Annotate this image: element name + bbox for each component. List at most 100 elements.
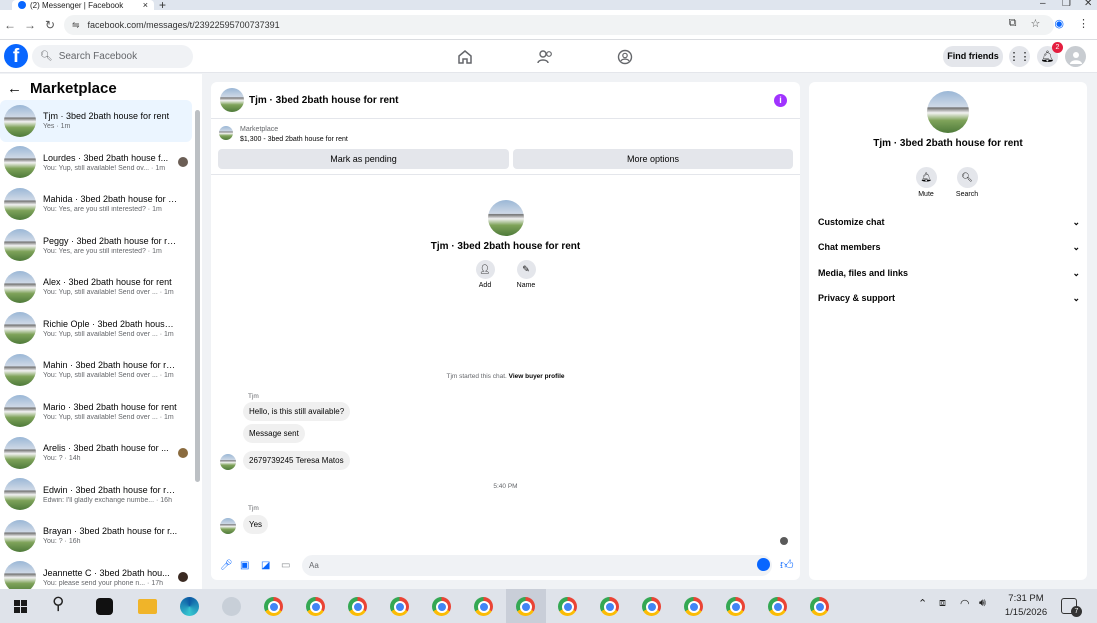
search-facebook-input[interactable]: 🔍︎ Search Facebook xyxy=(32,45,193,68)
message-bubble[interactable]: Yes xyxy=(243,515,269,534)
conversation-item[interactable]: Mahin · 3bed 2bath house for re... You: Y… xyxy=(0,349,192,391)
chrome-icon[interactable] xyxy=(264,597,283,616)
chat-members-section[interactable]: Chat members ⌄ xyxy=(818,242,1080,253)
name-button[interactable]: ✎ Name xyxy=(516,260,536,289)
install-app-icon[interactable]: ⧉ xyxy=(1009,17,1017,30)
chrome-profile-icon[interactable] xyxy=(390,597,409,616)
account-avatar[interactable] xyxy=(1065,46,1086,67)
listing-price[interactable]: $1,300 - 3bed 2bath house for rent xyxy=(240,136,348,143)
microphone-icon[interactable]: 🎤︎ xyxy=(220,560,233,571)
house-thumbnail xyxy=(4,353,36,386)
edge-icon[interactable] xyxy=(180,597,199,616)
facebook-logo-icon[interactable]: f xyxy=(4,44,28,68)
message-bubble[interactable]: 2679739245 Teresa Matos xyxy=(243,451,350,470)
search-taskbar-icon[interactable]: ⚲ xyxy=(52,594,64,614)
wifi-icon[interactable]: ◠ xyxy=(960,597,970,610)
conversation-item[interactable]: Brayan · 3bed 2bath house for r... You: ?… xyxy=(0,515,192,557)
browser-tab[interactable]: (2) Messenger | Facebook × xyxy=(12,0,154,10)
sidebar-scrollbar[interactable] xyxy=(195,110,200,482)
meet-icon[interactable]: ⧈ xyxy=(939,597,946,610)
forward-arrow-icon[interactable]: → xyxy=(20,18,40,32)
volume-icon[interactable]: 🔊︎ xyxy=(979,597,986,610)
message-bubble[interactable]: Hello, is this still available? xyxy=(243,402,351,421)
mute-button[interactable]: 🔔︎ Mute xyxy=(906,167,946,198)
chrome-profile-icon[interactable] xyxy=(684,597,703,616)
more-options-button[interactable]: More options xyxy=(513,149,793,169)
conversation-item[interactable]: Peggy · 3bed 2bath house for rent You: Ye… xyxy=(0,225,192,267)
chrome-profile-icon[interactable] xyxy=(348,597,367,616)
chrome-profile-icon[interactable] xyxy=(474,597,493,616)
conversation-title: Mahin · 3bed 2bath house for re... xyxy=(43,360,178,371)
bookmark-star-icon[interactable]: ☆ xyxy=(1031,17,1041,30)
chrome-profile-icon[interactable] xyxy=(726,597,745,616)
chrome-profile-icon[interactable] xyxy=(810,597,829,616)
conversation-item[interactable]: Alex · 3bed 2bath house for rent You: Yup… xyxy=(0,266,192,308)
conversation-preview: You: Yup, still available! Send over ...… xyxy=(43,289,174,297)
conversation-item[interactable]: Richie Ople · 3bed 2bath house ... You: Y… xyxy=(0,308,192,350)
chrome-profile-icon[interactable] xyxy=(768,597,787,616)
view-buyer-profile-link[interactable]: View buyer profile xyxy=(509,373,565,380)
conversation-item[interactable]: Mario · 3bed 2bath house for rent You: Yu… xyxy=(0,391,192,433)
chrome-profile-icon[interactable] xyxy=(306,597,325,616)
sticker-icon[interactable]: ◪ xyxy=(261,560,272,571)
conversation-title: Jeannette C · 3bed 2bath hou... xyxy=(43,567,170,578)
conversation-item[interactable]: Arelis · 3bed 2bath house for ... You: ? … xyxy=(0,432,192,474)
minimize-icon[interactable]: – xyxy=(1040,0,1046,9)
chat-avatar[interactable] xyxy=(220,88,244,112)
info-icon[interactable]: i xyxy=(774,94,787,107)
tab-close-icon[interactable]: × xyxy=(143,0,148,10)
windows-start-icon[interactable] xyxy=(14,600,27,613)
sender-avatar[interactable] xyxy=(220,454,236,470)
maximize-icon[interactable]: ❐ xyxy=(1062,0,1071,9)
profile-icon[interactable]: ◉ xyxy=(1054,17,1064,30)
photo-icon[interactable]: ▣ xyxy=(240,560,251,571)
chevron-up-icon[interactable]: ⌃ xyxy=(918,597,927,610)
media-files-section[interactable]: Media, files and links ⌄ xyxy=(818,268,1080,279)
conversation-item[interactable]: Tjm · 3bed 2bath house for rent Yes · 1m xyxy=(0,100,192,142)
back-arrow-icon[interactable]: ← xyxy=(0,18,20,32)
file-explorer-icon[interactable] xyxy=(138,599,157,614)
chrome-profile-icon[interactable] xyxy=(558,597,577,616)
home-icon[interactable] xyxy=(456,48,474,66)
message-input[interactable]: Aa xyxy=(302,555,772,576)
gif-icon[interactable]: ▭ xyxy=(281,560,292,571)
mark-pending-button[interactable]: Mark as pending xyxy=(218,149,509,169)
widgets-icon[interactable] xyxy=(96,598,113,615)
message-bubble[interactable]: Message sent xyxy=(243,424,305,443)
groups-icon[interactable] xyxy=(616,48,634,66)
chat-title[interactable]: Tjm · 3bed 2bath house for rent xyxy=(249,95,398,106)
search-placeholder: Search Facebook xyxy=(58,51,138,62)
listing-thumbnail[interactable] xyxy=(219,126,233,140)
reload-icon[interactable]: ↻ xyxy=(40,18,60,32)
house-thumbnail xyxy=(4,478,36,511)
sender-avatar[interactable] xyxy=(220,518,236,534)
customize-chat-section[interactable]: Customize chat ⌄ xyxy=(818,217,1080,228)
search-button[interactable]: 🔍︎ Search xyxy=(947,167,987,198)
menu-grid-icon[interactable]: ⋮⋮ xyxy=(1009,46,1031,67)
chrome-profile-icon[interactable] xyxy=(642,597,661,616)
conversation-item[interactable]: Edwin · 3bed 2bath house for rent Edwin: … xyxy=(0,474,192,516)
conversation-item[interactable]: Mahida · 3bed 2bath house for r... You: Y… xyxy=(0,183,192,225)
conversation-item[interactable]: Lourdes · 3bed 2bath house f... You: Yup,… xyxy=(0,142,192,184)
friends-icon[interactable] xyxy=(536,48,554,66)
facebook-top-nav: f 🔍︎ Search Facebook Find friends ⋮⋮ 🔔︎ xyxy=(0,40,1097,73)
app-icon[interactable] xyxy=(222,597,241,616)
site-settings-icon[interactable]: ⇋ xyxy=(72,20,80,31)
house-thumbnail xyxy=(4,187,36,220)
thumbs-up-icon[interactable]: 👍︎ xyxy=(780,557,794,573)
emoji-icon[interactable] xyxy=(757,558,770,571)
window-close-icon[interactable]: ✕ xyxy=(1084,0,1092,9)
add-person-icon: 👤︎ xyxy=(475,260,495,279)
add-button[interactable]: 👤︎ Add xyxy=(475,260,495,289)
chrome-profile-icon[interactable] xyxy=(432,597,451,616)
url-field[interactable]: ⇋ facebook.com/messages/t/23922595700737… xyxy=(64,15,1054,35)
chrome-profile-icon[interactable] xyxy=(600,597,619,616)
browser-tab-bar: (2) Messenger | Facebook × + – ❐ ✕ xyxy=(0,0,1097,12)
browser-menu-icon[interactable]: ⋮ xyxy=(1078,17,1089,30)
find-friends-button[interactable]: Find friends xyxy=(943,46,1003,67)
conversation-item[interactable]: Jeannette C · 3bed 2bath hou... You: plea… xyxy=(0,557,192,589)
back-icon[interactable]: ← xyxy=(7,80,22,97)
privacy-support-section[interactable]: Privacy & support ⌄ xyxy=(818,293,1080,304)
system-clock[interactable]: 7:31 PM 1/15/2026 xyxy=(1000,592,1052,620)
chrome-profile-icon[interactable] xyxy=(516,597,535,616)
